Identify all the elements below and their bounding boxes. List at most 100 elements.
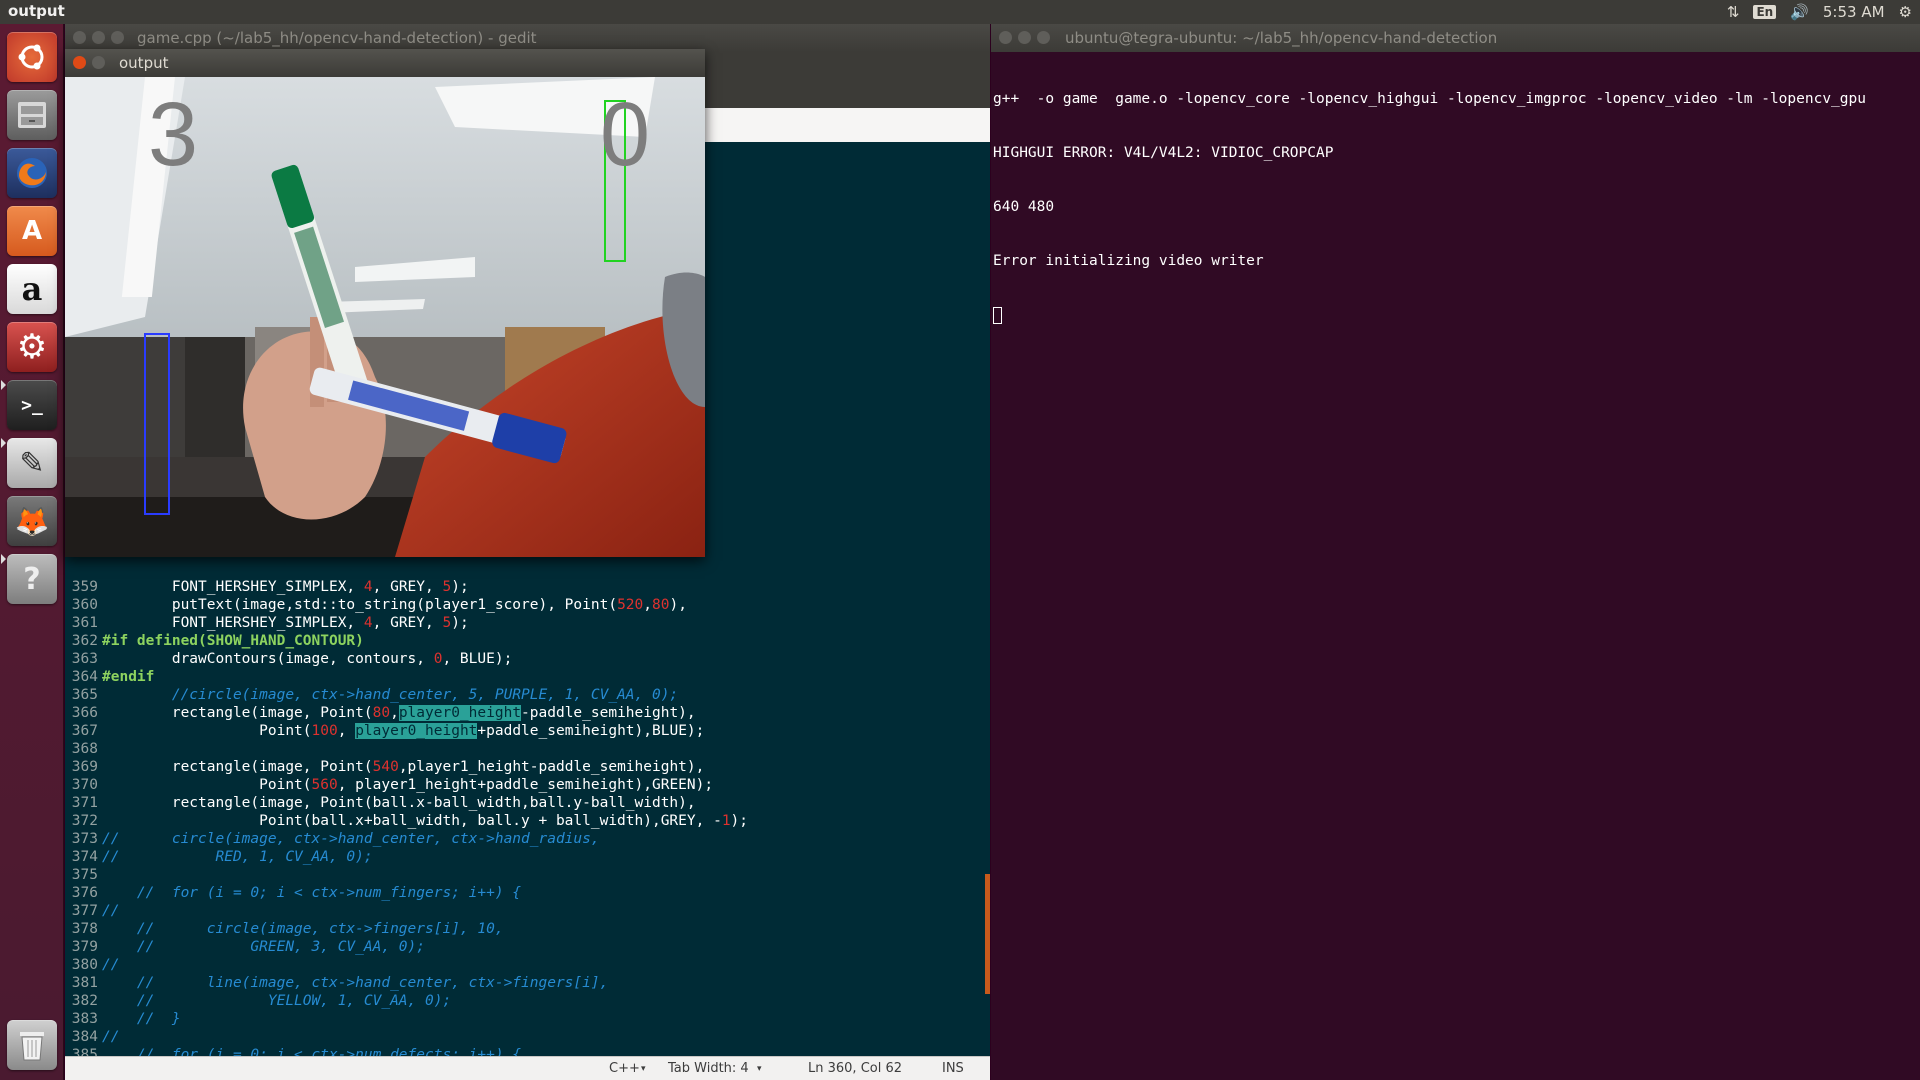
close-button[interactable] [73, 56, 86, 69]
trash-button[interactable] [7, 1020, 57, 1070]
chevron-down-icon: ▾ [641, 1064, 646, 1074]
file-cabinet-icon [18, 102, 46, 128]
code-text: rectangle(image, Point(540,player1_heigh… [102, 759, 705, 775]
close-button[interactable] [73, 31, 86, 44]
code-area[interactable]: 359 FONT_HERSHEY_SIMPLEX, 4, GREY, 5); 36… [65, 578, 748, 1056]
code-text: FONT_HERSHEY_SIMPLEX, 4, GREY, 5); [102, 579, 469, 595]
launcher: A a ⚙ >_ ✎ 🦊 ? [0, 24, 64, 1080]
line-number: 380 [71, 957, 98, 973]
code-line[interactable]: 364 #endif [65, 668, 748, 686]
code-text: rectangle(image, Point(80,player0_height… [102, 705, 696, 721]
gedit-titlebar[interactable]: game.cpp (~/lab5_hh/opencv-hand-detectio… [65, 24, 990, 52]
code-text: //circle(image, ctx->hand_center, 5, PUR… [102, 687, 679, 703]
code-line[interactable]: 378 // circle(image, ctx->fingers[i], 10… [65, 920, 748, 938]
trash-icon [20, 1032, 44, 1061]
scrollbar-thumb[interactable] [985, 874, 990, 994]
keyboard-layout-indicator[interactable]: En [1753, 5, 1777, 19]
terminal-titlebar[interactable]: ubuntu@tegra-ubuntu: ~/lab5_hh/opencv-ha… [991, 24, 1920, 52]
code-line[interactable]: 375 [65, 866, 748, 884]
terminal-cursor [993, 306, 1002, 324]
line-number: 373 [71, 831, 98, 847]
code-line[interactable]: 374// RED, 1, CV_AA, 0); [65, 848, 748, 866]
code-line[interactable]: 381 // line(image, ctx->hand_center, ctx… [65, 974, 748, 992]
gimp-button[interactable]: 🦊 [7, 496, 57, 546]
files-button[interactable] [7, 90, 57, 140]
line-number: 374 [71, 849, 98, 865]
terminal-button[interactable]: >_ [7, 380, 57, 430]
language-selector[interactable]: C++ [609, 1061, 640, 1076]
close-button[interactable] [999, 31, 1012, 44]
window-title: ubuntu@tegra-ubuntu: ~/lab5_hh/opencv-ha… [1065, 29, 1498, 47]
code-line[interactable]: 372 Point(ball.x+ball_width, ball.y + ba… [65, 812, 748, 830]
code-line[interactable]: 380// [65, 956, 748, 974]
code-line[interactable]: 361 FONT_HERSHEY_SIMPLEX, 4, GREY, 5); [65, 614, 748, 632]
camera-frame: 3 0 [65, 77, 705, 557]
terminal-output[interactable]: g++ -o game game.o -lopencv_core -lopenc… [993, 54, 1866, 360]
volume-icon[interactable]: 🔊 [1790, 3, 1809, 21]
left-score: 3 [148, 85, 198, 185]
terminal-line: Error initializing video writer [993, 253, 1264, 269]
code-text: // GREEN, 3, CV_AA, 0); [102, 939, 426, 955]
line-number: 363 [71, 651, 98, 667]
code-line[interactable]: 377// [65, 902, 748, 920]
output-titlebar[interactable]: output [65, 49, 705, 77]
code-text: Point(100, player0_height+paddle_semihei… [102, 723, 705, 739]
window-title: game.cpp (~/lab5_hh/opencv-hand-detectio… [137, 29, 537, 47]
code-line[interactable]: 360 putText(image,std::to_string(player1… [65, 596, 748, 614]
line-number: 384 [71, 1029, 98, 1045]
tab-width-selector[interactable]: Tab Width: 4 [668, 1061, 749, 1076]
code-line[interactable]: 383 // } [65, 1010, 748, 1028]
code-line[interactable]: 365 //circle(image, ctx->hand_center, 5,… [65, 686, 748, 704]
line-number: 362 [71, 633, 98, 649]
software-center-button[interactable]: A [7, 206, 57, 256]
code-line[interactable]: 359 FONT_HERSHEY_SIMPLEX, 4, GREY, 5); [65, 578, 748, 596]
code-line[interactable]: 379 // GREEN, 3, CV_AA, 0); [65, 938, 748, 956]
minimize-button[interactable] [92, 31, 105, 44]
terminal-window: ubuntu@tegra-ubuntu: ~/lab5_hh/opencv-ha… [991, 24, 1920, 1080]
code-line[interactable]: 384// [65, 1028, 748, 1046]
chevron-down-icon: ▾ [757, 1064, 762, 1074]
text-editor-button[interactable]: ✎ [7, 438, 57, 488]
clock[interactable]: 5:53 AM [1823, 3, 1885, 21]
code-line[interactable]: 368 [65, 740, 748, 758]
code-line[interactable]: 367 Point(100, player0_height+paddle_sem… [65, 722, 748, 740]
minimize-button[interactable] [1018, 31, 1031, 44]
terminal-line: g++ -o game game.o -lopencv_core -lopenc… [993, 91, 1866, 107]
maximize-button[interactable] [1037, 31, 1050, 44]
line-number: 377 [71, 903, 98, 919]
line-number: 367 [71, 723, 98, 739]
amazon-icon: a [21, 270, 43, 308]
system-settings-button[interactable]: ⚙ [7, 322, 57, 372]
code-line[interactable]: 382 // YELLOW, 1, CV_AA, 0); [65, 992, 748, 1010]
code-line[interactable]: 362 #if defined(SHOW_HAND_CONTOUR) [65, 632, 748, 650]
terminal-line: 640 480 [993, 199, 1055, 215]
network-icon[interactable]: ⇅ [1727, 3, 1740, 21]
maximize-button[interactable] [111, 31, 124, 44]
code-line[interactable]: 370 Point(560, player1_height+paddle_sem… [65, 776, 748, 794]
code-line[interactable]: 363 drawContours(image, contours, 0, BLU… [65, 650, 748, 668]
gedit-tab-bar[interactable] [705, 108, 990, 142]
gear-icon[interactable]: ⚙ [1899, 3, 1912, 21]
code-line[interactable]: 385 // for (i = 0; i < ctx->num_defects;… [65, 1046, 748, 1056]
line-number: 381 [71, 975, 98, 991]
running-indicator [1, 380, 6, 390]
ubuntu-logo-icon [18, 44, 44, 70]
code-line[interactable]: 371 rectangle(image, Point(ball.x-ball_w… [65, 794, 748, 812]
ubuntu-dash-button[interactable] [7, 32, 57, 82]
help-button[interactable]: ? [7, 554, 57, 604]
system-tray: ⇅ En 🔊 5:53 AM ⚙ [1727, 2, 1912, 22]
minimize-button[interactable] [92, 56, 105, 69]
code-line[interactable]: 373// circle(image, ctx->hand_center, ct… [65, 830, 748, 848]
amazon-button[interactable]: a [7, 264, 57, 314]
code-text: drawContours(image, contours, 0, BLUE); [102, 651, 513, 667]
code-text: FONT_HERSHEY_SIMPLEX, 4, GREY, 5); [102, 615, 469, 631]
window-title: output [119, 54, 169, 72]
code-line[interactable]: 376 // for (i = 0; i < ctx->num_fingers;… [65, 884, 748, 902]
code-text: // [102, 957, 120, 973]
line-number: 375 [71, 867, 98, 883]
line-number: 385 [71, 1047, 98, 1056]
code-line[interactable]: 369 rectangle(image, Point(540,player1_h… [65, 758, 748, 776]
firefox-button[interactable] [7, 148, 57, 198]
line-number: 359 [71, 579, 98, 595]
code-line[interactable]: 366 rectangle(image, Point(80,player0_he… [65, 704, 748, 722]
